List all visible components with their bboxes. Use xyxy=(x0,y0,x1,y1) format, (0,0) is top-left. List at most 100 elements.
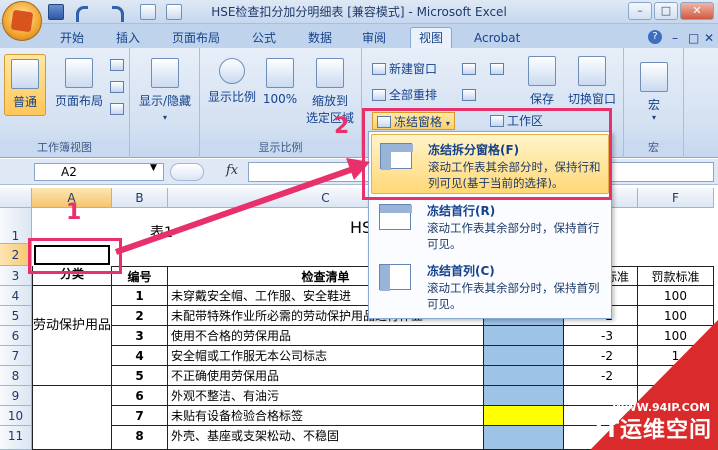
row-4-d[interactable] xyxy=(484,346,564,366)
normal-view-button[interactable]: 普通 xyxy=(4,54,46,116)
row-4-item[interactable]: 安全帽或工作服无本公司标志 xyxy=(168,346,484,366)
zoom-button[interactable]: 显示比例 xyxy=(204,58,260,114)
freeze-first-column-icon xyxy=(379,264,411,291)
row-6-number[interactable]: 6 xyxy=(112,386,168,406)
category-group[interactable]: 劳动保护用品 xyxy=(32,286,112,386)
switch-window-button[interactable]: 切换窗口 xyxy=(564,56,620,106)
fx-icon[interactable]: fx xyxy=(226,163,238,178)
ribbon-restore-icon[interactable]: □ xyxy=(688,28,699,48)
row-header-8[interactable]: 8 xyxy=(0,366,32,386)
row-5-number[interactable]: 5 xyxy=(112,366,168,386)
row-1-penalty[interactable]: 100 xyxy=(638,286,714,306)
row-header-11[interactable]: 11 xyxy=(0,426,32,450)
help-icon[interactable]: ? xyxy=(648,30,662,44)
switch-window-icon xyxy=(578,56,606,86)
row-header-4[interactable]: 4 xyxy=(0,286,32,306)
tab-formulas[interactable]: 公式 xyxy=(252,28,276,48)
row-7-d[interactable] xyxy=(484,406,564,426)
ribbon-minimize-icon[interactable]: – xyxy=(672,28,678,48)
category-empty[interactable] xyxy=(32,386,112,450)
row-3-item[interactable]: 使用不合格的劳保用品 xyxy=(168,326,484,346)
row-header-9[interactable]: 9 xyxy=(0,386,32,406)
hide-button[interactable] xyxy=(462,86,479,104)
ribbon-tabs: 开始 插入 页面布局 公式 数据 审阅 视图 Acrobat ? – □ ✕ xyxy=(0,24,718,49)
row-1-number[interactable]: 1 xyxy=(112,286,168,306)
title-bar: HSE检查扣分加分明细表 [兼容模式] - Microsoft Excel – … xyxy=(0,0,718,24)
zoom-selection-label-1: 缩放到 xyxy=(311,94,348,108)
row-3-d[interactable] xyxy=(484,326,564,346)
minimize-button[interactable]: – xyxy=(628,2,652,20)
close-button[interactable]: ✕ xyxy=(680,2,714,20)
category-group-label: 劳动保护用品 xyxy=(33,318,112,333)
group-workbook-views-label: 工作簿视图 xyxy=(0,140,129,156)
full-screen-button[interactable] xyxy=(110,100,127,118)
expand-icon[interactable] xyxy=(170,163,204,181)
watermark-name: IT运维空间 xyxy=(594,418,712,443)
row-4-number[interactable]: 4 xyxy=(112,346,168,366)
select-all-corner[interactable] xyxy=(0,188,32,208)
row-6-d[interactable] xyxy=(484,386,564,406)
menu-item-freeze-top-row-desc: 滚动工作表其余部分时，保持首行可见。 xyxy=(427,221,600,251)
split-icon xyxy=(462,63,476,75)
zoom-selection-icon xyxy=(316,58,344,88)
side-by-side-button[interactable] xyxy=(490,60,507,78)
custom-views-icon xyxy=(110,81,124,93)
show-hide-button[interactable]: 显示/隐藏 ▾ xyxy=(134,58,196,128)
save-workspace-icon xyxy=(528,56,556,86)
row-7-number[interactable]: 7 xyxy=(112,406,168,426)
maximize-button[interactable]: □ xyxy=(654,2,678,20)
hide-icon xyxy=(462,89,476,101)
row-7-item[interactable]: 未贴有设备检验合格标签 xyxy=(168,406,484,426)
save-workspace-button[interactable]: 保存 xyxy=(522,56,562,106)
zoom-100-button[interactable]: 100% xyxy=(262,58,298,114)
row-8-number[interactable]: 8 xyxy=(112,426,168,450)
row-5-item[interactable]: 不正确使用劳保用品 xyxy=(168,366,484,386)
chevron-down-icon[interactable]: ▼ xyxy=(150,163,157,173)
ribbon-close-icon[interactable]: ✕ xyxy=(704,28,714,48)
tab-page-layout[interactable]: 页面布局 xyxy=(172,28,220,48)
macro-button[interactable]: 宏 ▾ xyxy=(634,62,674,124)
row-8-item[interactable]: 外壳、基座或支架松动、不稳固 xyxy=(168,426,484,450)
page-layout-view-button[interactable]: 页面布局 xyxy=(50,58,108,116)
row-header-6[interactable]: 6 xyxy=(0,326,32,346)
step-2-label: 2 xyxy=(334,114,350,139)
sheet-title-prefix[interactable]: 表1 xyxy=(150,222,173,242)
group-zoom: 显示比例 100% 缩放到 选定区域 显示比例 xyxy=(200,48,362,158)
new-window-button[interactable]: 新建窗口 xyxy=(372,60,437,78)
row-6-item[interactable]: 外观不整洁、有油污 xyxy=(168,386,484,406)
row-header-5[interactable]: 5 xyxy=(0,306,32,326)
row-5-d[interactable] xyxy=(484,366,564,386)
column-header-b[interactable]: B xyxy=(112,188,168,208)
full-screen-icon xyxy=(110,103,124,115)
tab-review[interactable]: 审阅 xyxy=(362,28,386,48)
normal-view-icon xyxy=(11,59,39,89)
menu-item-freeze-first-column[interactable]: 冻结首列(C) 滚动工作表其余部分时，保持首列可见。 xyxy=(371,256,609,316)
row-header-10[interactable]: 10 xyxy=(0,406,32,426)
switch-window-label: 切换窗口 xyxy=(567,92,616,106)
side-by-side-icon xyxy=(490,63,504,75)
page-layout-icon xyxy=(65,58,93,88)
row-3-number[interactable]: 3 xyxy=(112,326,168,346)
tab-data[interactable]: 数据 xyxy=(308,28,332,48)
name-box[interactable]: A2 xyxy=(34,163,164,181)
custom-views-button[interactable] xyxy=(110,78,127,96)
group-workbook-views: 普通 页面布局 工作簿视图 xyxy=(0,48,130,158)
menu-item-freeze-first-column-desc: 滚动工作表其余部分时，保持首列可见。 xyxy=(427,281,600,311)
row-2-number[interactable]: 2 xyxy=(112,306,168,326)
tab-home[interactable]: 开始 xyxy=(60,28,84,48)
office-button[interactable] xyxy=(2,1,42,41)
tab-acrobat[interactable]: Acrobat xyxy=(474,28,520,48)
column-header-f[interactable]: F xyxy=(638,188,714,208)
menu-item-freeze-top-row-title: 冻结首行(R) xyxy=(427,204,496,218)
arrange-all-button[interactable]: 全部重排 xyxy=(372,86,437,104)
row-header-7[interactable]: 7 xyxy=(0,346,32,366)
split-button[interactable] xyxy=(462,60,479,78)
chevron-down-icon: ▾ xyxy=(651,113,656,122)
page-break-preview-button[interactable] xyxy=(110,56,127,74)
menu-item-freeze-top-row[interactable]: 冻结首行(R) 滚动工作表其余部分时，保持首行可见。 xyxy=(371,196,609,256)
row-8-d[interactable] xyxy=(484,426,564,450)
tab-insert[interactable]: 插入 xyxy=(116,28,140,48)
tab-view[interactable]: 视图 xyxy=(410,27,453,49)
show-hide-label: 显示/隐藏 xyxy=(138,94,192,108)
header-penalty[interactable]: 罚款标准 xyxy=(638,266,714,286)
